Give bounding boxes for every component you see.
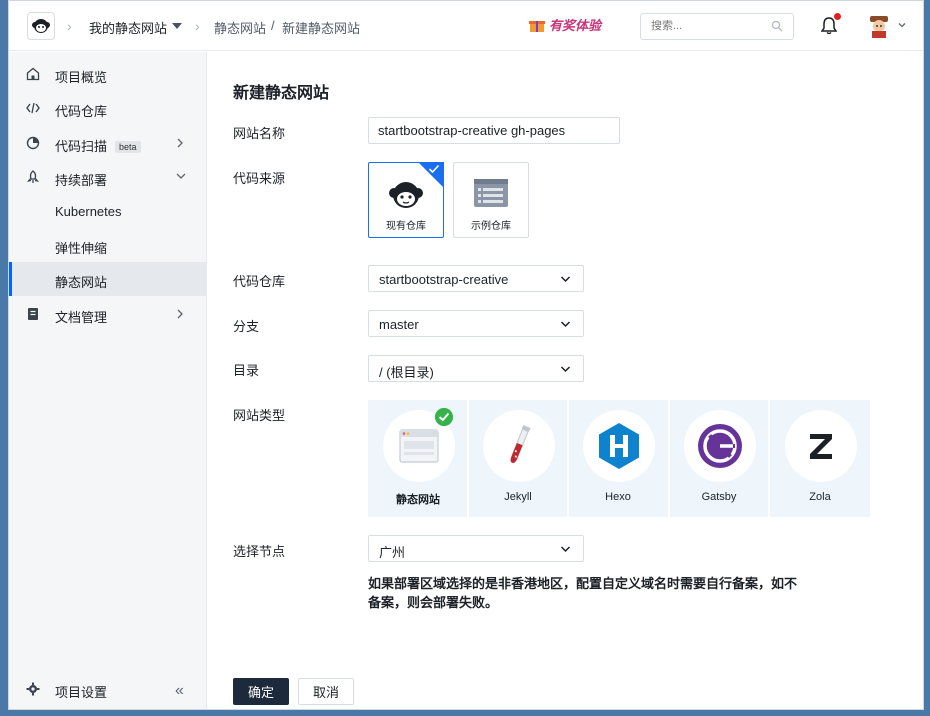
sidebar-item-label: Kubernetes	[55, 204, 122, 219]
sidebar-item-label: 项目概览	[55, 70, 108, 85]
code-icon	[26, 102, 40, 114]
logo[interactable]	[27, 12, 55, 40]
source-existing-repo[interactable]: 现有仓库	[368, 162, 444, 238]
chevron-down-icon	[560, 366, 571, 373]
branch-select-value: master	[379, 317, 419, 332]
site-type-gatsby[interactable]: Gatsby	[669, 400, 769, 517]
node-select-value: 广州	[379, 545, 406, 560]
chevron-right-icon	[177, 138, 183, 148]
source-option-label: 现有仓库	[386, 221, 426, 232]
confirm-button[interactable]: 确定	[233, 678, 289, 705]
sidebar-item-label: 弹性伸缩	[55, 241, 108, 256]
zola-icon	[785, 410, 857, 482]
sidebar-item-docs[interactable]: 文档管理	[9, 297, 207, 331]
sidebar-item-kubernetes[interactable]: Kubernetes	[9, 194, 207, 228]
promo-link[interactable]: 有奖体验	[529, 15, 601, 34]
site-type-picker: 静态网站 Jekyll Hexo Gatsby Zola	[368, 400, 870, 517]
directory-select[interactable]: / (根目录)	[368, 355, 584, 382]
bell-icon[interactable]	[821, 17, 837, 35]
sidebar-item-scan[interactable]: 代码扫描 beta	[9, 126, 207, 160]
site-type-static[interactable]: 静态网站	[368, 400, 468, 517]
filing-warning: 如果部署区域选择的是非香港地区，配置自定义域名时需要自行备案，如不备案，则会部署…	[368, 576, 798, 610]
site-type-label: 网站类型	[233, 408, 286, 423]
collapse-sidebar-icon[interactable]: «	[175, 682, 184, 700]
cancel-button[interactable]: 取消	[298, 678, 354, 705]
site-type-hexo[interactable]: Hexo	[568, 400, 668, 517]
hexo-icon	[583, 410, 655, 482]
node-label: 选择节点	[233, 544, 286, 559]
caret-down-icon[interactable]	[172, 23, 182, 29]
repo-label: 代码仓库	[233, 274, 286, 289]
site-type-label: Jekyll	[504, 491, 532, 503]
doc-icon	[28, 308, 38, 320]
page-title: 新建静态网站	[233, 85, 330, 102]
breadcrumb-current: 新建静态网站	[282, 21, 361, 36]
monkey-logo-icon	[32, 19, 50, 33]
search-icon[interactable]	[771, 20, 783, 32]
node-select[interactable]: 广州	[368, 535, 584, 562]
breadcrumb-sep: /	[271, 18, 275, 33]
branch-select[interactable]: master	[368, 310, 584, 337]
sidebar-item-label: 静态网站	[55, 275, 108, 290]
site-type-jekyll[interactable]: Jekyll	[468, 400, 568, 517]
site-type-label: Hexo	[605, 491, 631, 503]
rocket-icon	[26, 170, 40, 183]
chevron-down-icon	[560, 546, 571, 553]
main-content: 新建静态网站 网站名称 代码来源 现有仓库	[208, 52, 923, 709]
chevron-right-icon	[177, 309, 183, 319]
beta-badge: beta	[115, 141, 141, 153]
directory-label: 目录	[233, 363, 260, 378]
source-label: 代码来源	[233, 171, 286, 186]
site-type-label: Zola	[809, 491, 831, 503]
home-icon	[26, 67, 40, 81]
chevron-down-icon[interactable]	[897, 20, 907, 30]
sidebar: 项目概览 代码仓库 代码扫描 beta 持续部署 Kubernetes 弹性伸缩…	[9, 52, 207, 709]
scan-icon	[26, 136, 40, 150]
branch-label: 分支	[233, 319, 260, 334]
gear-icon	[26, 682, 40, 696]
source-option-label: 示例仓库	[471, 221, 511, 232]
sidebar-item-deploy[interactable]: 持续部署	[9, 160, 207, 194]
sidebar-item-autoscale[interactable]: 弹性伸缩	[9, 228, 207, 262]
site-name-label: 网站名称	[233, 126, 286, 141]
site-name-input[interactable]	[368, 117, 620, 144]
check-icon	[428, 164, 440, 174]
site-type-zola[interactable]: Zola	[770, 400, 870, 517]
sidebar-item-label: 代码扫描 beta	[55, 136, 141, 155]
breadcrumb-static-sites[interactable]: 静态网站	[214, 18, 266, 37]
sidebar-item-overview[interactable]: 项目概览	[9, 57, 207, 91]
directory-select-value: / (根目录)	[379, 365, 434, 380]
sidebar-item-label: 代码仓库	[55, 104, 108, 119]
gatsby-icon	[684, 410, 756, 482]
site-type-label: 静态网站	[396, 494, 440, 506]
app-window: › 我的静态网站 › 静态网站 / 新建静态网站 有奖体验 搜索... 项目概览…	[8, 0, 924, 710]
repo-select-value: startbootstrap-creative	[379, 272, 509, 287]
repo-select[interactable]: startbootstrap-creative	[368, 265, 584, 292]
sidebar-item-label: 项目设置	[55, 685, 108, 700]
sidebar-item-repo[interactable]: 代码仓库	[9, 91, 207, 125]
site-type-label: Gatsby	[701, 491, 737, 503]
project-switcher[interactable]: 我的静态网站	[89, 18, 167, 37]
chevron-down-icon	[176, 173, 186, 179]
avatar[interactable]	[867, 14, 891, 38]
notification-dot	[834, 13, 841, 20]
promo-label: 有奖体验	[549, 18, 602, 33]
chevron-down-icon	[560, 276, 571, 283]
sidebar-item-static-sites[interactable]: 静态网站	[9, 262, 207, 296]
gift-icon	[529, 20, 545, 32]
search-box[interactable]	[640, 13, 794, 40]
chevron-right-icon: ›	[67, 18, 72, 34]
search-input[interactable]	[651, 20, 771, 32]
chevron-down-icon	[560, 321, 571, 328]
jekyll-icon	[483, 410, 555, 482]
top-bar: › 我的静态网站 › 静态网站 / 新建静态网站 有奖体验	[9, 1, 923, 51]
sidebar-item-label: 持续部署	[55, 173, 108, 188]
sidebar-item-label: 文档管理	[55, 310, 108, 325]
check-circle-icon	[435, 408, 453, 426]
source-sample-repo[interactable]: 示例仓库	[453, 162, 529, 238]
sample-repo-icon	[474, 179, 508, 207]
chevron-right-icon: ›	[195, 18, 200, 34]
